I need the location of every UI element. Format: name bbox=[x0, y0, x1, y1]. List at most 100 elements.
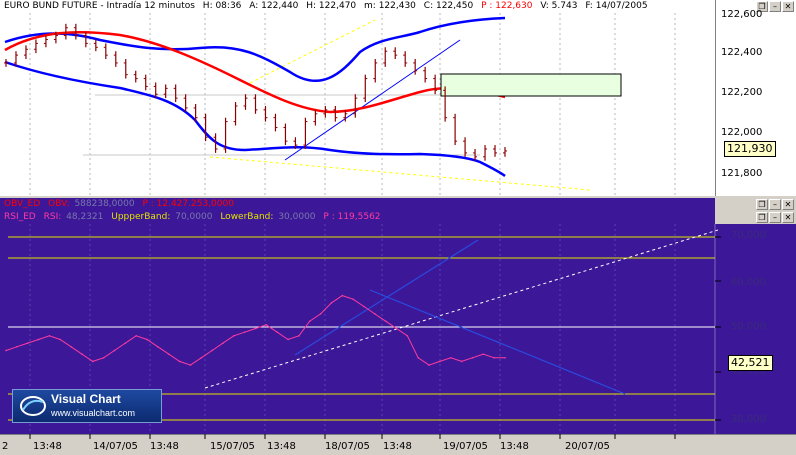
rsi-point-26 bbox=[287, 338, 289, 341]
x-label-4: 13:48 bbox=[150, 441, 179, 452]
bottom-window-buttons: ❐ – ✕ bbox=[756, 199, 794, 210]
rsi-point-5 bbox=[59, 338, 62, 341]
rsi-point-34 bbox=[374, 313, 376, 315]
rsi-point-8 bbox=[91, 360, 94, 363]
rsi-point-27 bbox=[298, 335, 300, 337]
rsi-point-19 bbox=[211, 349, 213, 352]
chart-title: EURO BUND FUTURE - Intradía 12 minutos bbox=[4, 1, 195, 11]
rsi-point-29 bbox=[319, 313, 322, 315]
rsi-point-11 bbox=[124, 342, 127, 344]
x-label-8: 13:48 bbox=[383, 441, 412, 452]
rsi-point-33 bbox=[363, 305, 365, 308]
rsi-point-1 bbox=[16, 346, 18, 348]
upper-band-value: 70,0000 bbox=[175, 212, 213, 222]
x-label-3: 14/07/05 bbox=[93, 441, 138, 452]
bottom-window-buttons-2: ❐ – ✕ bbox=[756, 212, 794, 223]
close-button-3[interactable]: ✕ bbox=[782, 212, 794, 223]
rsi-point-46 bbox=[504, 356, 506, 359]
projection-box bbox=[440, 73, 622, 97]
minimize-button-2[interactable]: – bbox=[769, 199, 781, 210]
logo-title: Visual Chart bbox=[51, 392, 121, 406]
rsi-point-9 bbox=[102, 356, 105, 359]
field-close: C: 122,450 bbox=[423, 1, 474, 11]
rsi-point-38 bbox=[417, 356, 420, 359]
obv-label: OBV: bbox=[48, 199, 70, 209]
rsi-point-43 bbox=[471, 356, 474, 359]
x-label-2: 13:48 bbox=[33, 441, 62, 452]
field-time: H: 08:36 bbox=[202, 1, 242, 11]
x-label-7: 18/07/05 bbox=[325, 441, 370, 452]
restore-button-3[interactable]: ❐ bbox=[756, 212, 768, 223]
field-high: H: 122,470 bbox=[306, 1, 357, 11]
rsi-point-18 bbox=[200, 356, 203, 359]
rsi-tick-1: 70,000 bbox=[731, 230, 766, 241]
price-tick-5: 121,800 bbox=[721, 168, 763, 179]
restore-button-2[interactable]: ❐ bbox=[756, 199, 768, 210]
x-label-1: 2 bbox=[2, 441, 9, 452]
rsi-point-24 bbox=[265, 324, 268, 326]
rsi-tick-3: 50,000 bbox=[731, 321, 766, 332]
rsi-point-12 bbox=[135, 335, 137, 337]
rsi-point-2 bbox=[26, 342, 29, 344]
rsi-value: 48,2321 bbox=[66, 212, 104, 222]
rsi-point-14 bbox=[157, 346, 159, 348]
upper-band-label: UppperBand: bbox=[111, 212, 171, 222]
rsi-point-42 bbox=[460, 360, 463, 363]
rsi-point-10 bbox=[113, 349, 116, 352]
rsi-p: P : 119,5562 bbox=[323, 212, 381, 222]
rsi-tick-5: 30,000 bbox=[731, 414, 766, 425]
x-label-11: 20/07/05 bbox=[565, 441, 610, 452]
rsi-point-40 bbox=[439, 360, 441, 363]
rsi-point-16 bbox=[178, 360, 181, 363]
rsi-name: RSI_ED bbox=[4, 212, 36, 222]
field-open: A: 122,440 bbox=[249, 1, 299, 11]
lower-band-label: LowerBand: bbox=[220, 212, 274, 222]
field-p: P : 122,630 bbox=[481, 1, 533, 11]
rsi-tick-2: 60,000 bbox=[731, 277, 766, 288]
rsi-point-20 bbox=[222, 342, 224, 344]
obv-name: OBV_ED bbox=[4, 199, 41, 209]
rsi-point-23 bbox=[254, 327, 257, 330]
rsi-point-17 bbox=[189, 364, 192, 366]
rsi-legend: RSI_ED RSI: 48,2321 UppperBand: 70,0000 … bbox=[0, 211, 715, 224]
x-label-9: 19/07/05 bbox=[443, 441, 488, 452]
rsi-point-30 bbox=[330, 302, 333, 304]
rsi-point-7 bbox=[81, 353, 83, 355]
rsi-point-44 bbox=[482, 353, 485, 355]
rsi-point-15 bbox=[167, 353, 170, 355]
obv-value: 588238,0000 bbox=[74, 199, 135, 209]
rsi-point-35 bbox=[384, 320, 387, 322]
rsi-point-4 bbox=[48, 335, 51, 337]
price-tick-4: 122,000 bbox=[721, 127, 763, 138]
price-tick-1: 122,600 bbox=[721, 9, 763, 20]
rsi-point-41 bbox=[449, 356, 452, 359]
x-label-10: 13:48 bbox=[500, 441, 529, 452]
minimize-button-3[interactable]: – bbox=[769, 212, 781, 223]
rsi-point-25 bbox=[276, 331, 278, 333]
rsi-point-0 bbox=[5, 349, 7, 352]
rsi-point-32 bbox=[352, 298, 354, 301]
top-axis-panel bbox=[715, 0, 796, 196]
last-rsi-box: 42,521 bbox=[728, 355, 773, 371]
close-button[interactable]: ✕ bbox=[782, 1, 794, 12]
field-date: F: 14/07/2005 bbox=[585, 1, 648, 11]
rsi-label: RSI: bbox=[43, 212, 62, 222]
minimize-button[interactable]: – bbox=[769, 1, 781, 12]
x-label-6: 13:48 bbox=[267, 441, 296, 452]
rsi-point-39 bbox=[428, 364, 430, 366]
price-tick-3: 122,200 bbox=[721, 87, 763, 98]
rsi-point-45 bbox=[493, 356, 495, 359]
obv-legend: OBV_ED OBV: 588238,0000 P : 12.427.253,0… bbox=[0, 198, 715, 211]
last-price-box: 121,930 bbox=[724, 141, 776, 157]
close-button-2[interactable]: ✕ bbox=[782, 199, 794, 210]
visual-chart-logo: Visual Chart www.visualchart.com bbox=[12, 389, 162, 423]
x-label-5: 15/07/05 bbox=[210, 441, 255, 452]
price-tick-2: 122,400 bbox=[721, 47, 763, 58]
rsi-point-22 bbox=[243, 331, 246, 333]
rsi-point-3 bbox=[37, 338, 40, 341]
rsi-point-31 bbox=[341, 294, 344, 297]
lower-band-value: 30,0000 bbox=[278, 212, 316, 222]
field-low: m: 122,430 bbox=[364, 1, 416, 11]
rsi-point-36 bbox=[395, 327, 398, 330]
obv-p: P : 12.427.253,0000 bbox=[142, 199, 234, 209]
